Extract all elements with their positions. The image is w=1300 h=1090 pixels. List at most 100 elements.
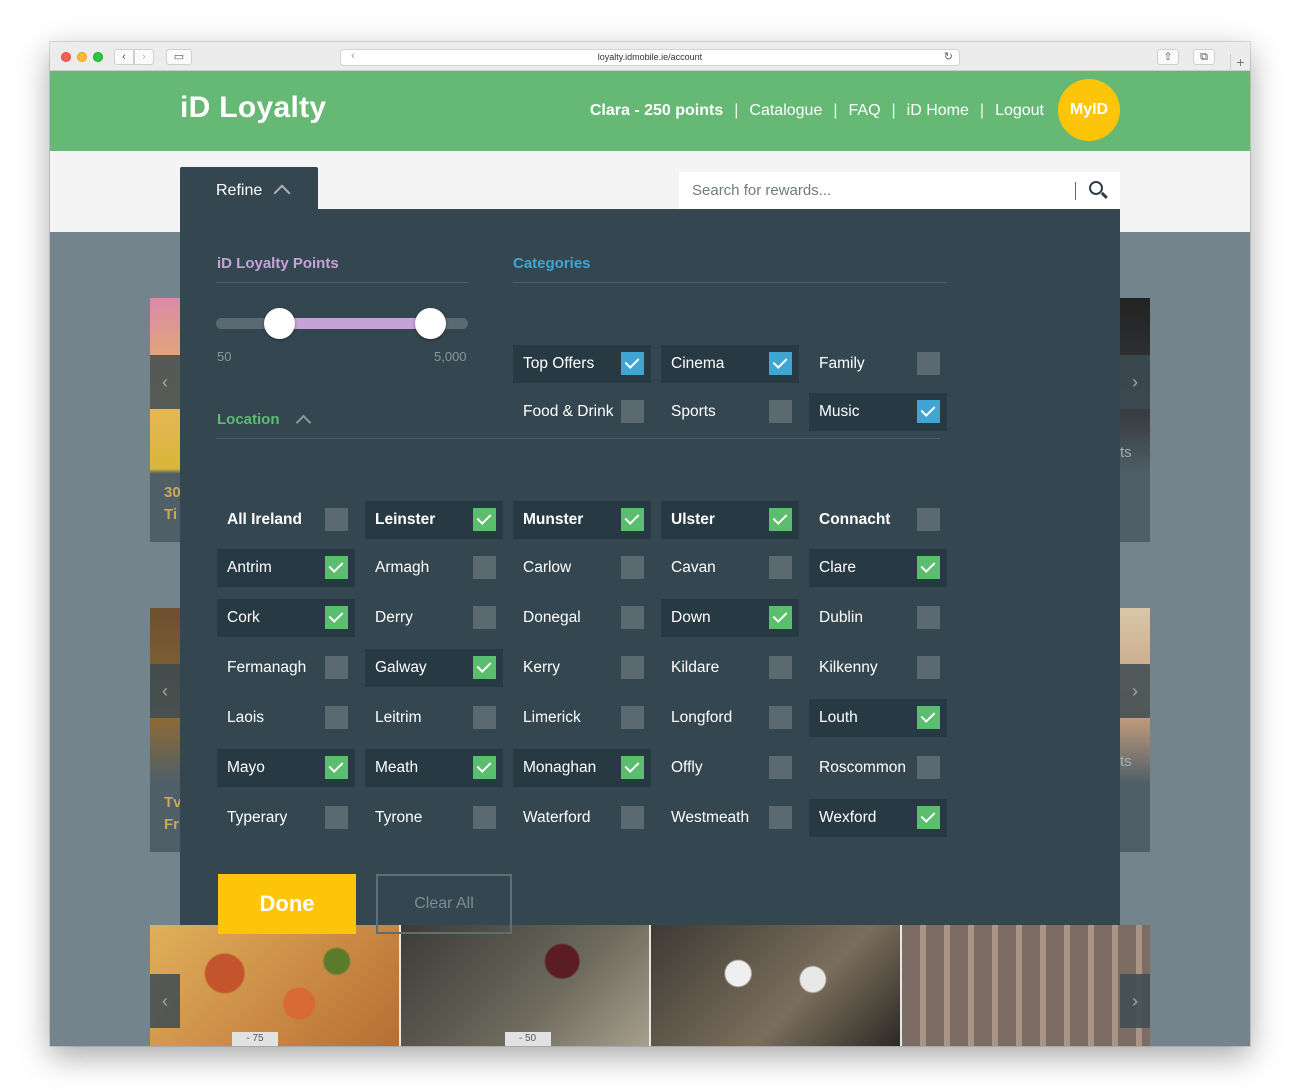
- checkbox[interactable]: [325, 656, 348, 679]
- checkbox[interactable]: [621, 556, 644, 579]
- location-option-wexford[interactable]: Wexford: [809, 799, 947, 837]
- nav-logout[interactable]: Logout: [995, 102, 1044, 120]
- location-option-louth[interactable]: Louth: [809, 699, 947, 737]
- search-input[interactable]: [679, 172, 1069, 209]
- share-button[interactable]: ⇧: [1157, 49, 1179, 65]
- checkbox[interactable]: [917, 656, 940, 679]
- chefs-photo[interactable]: [651, 925, 902, 1046]
- checkbox[interactable]: [325, 806, 348, 829]
- checkmark-icon[interactable]: [917, 806, 940, 829]
- location-option-kilkenny[interactable]: Kilkenny: [809, 649, 947, 687]
- checkmark-icon[interactable]: [769, 352, 792, 375]
- address-bar[interactable]: ‹ loyalty.idmobile.ie/account ↻: [340, 49, 960, 66]
- checkmark-icon[interactable]: [325, 556, 348, 579]
- checkbox[interactable]: [769, 400, 792, 423]
- search-icon[interactable]: [1089, 181, 1103, 195]
- checkbox[interactable]: [769, 706, 792, 729]
- checkbox[interactable]: [769, 556, 792, 579]
- location-option-offly[interactable]: Offly: [661, 749, 799, 787]
- location-option-leinster[interactable]: Leinster: [365, 501, 503, 539]
- sidebar-toggle-button[interactable]: ▭: [166, 49, 192, 65]
- location-option-cavan[interactable]: Cavan: [661, 549, 799, 587]
- checkbox[interactable]: [769, 806, 792, 829]
- location-option-typerary[interactable]: Typerary: [217, 799, 355, 837]
- checkmark-icon[interactable]: [769, 508, 792, 531]
- location-option-carlow[interactable]: Carlow: [513, 549, 651, 587]
- category-option-cinema[interactable]: Cinema: [661, 345, 799, 383]
- location-option-dublin[interactable]: Dublin: [809, 599, 947, 637]
- category-option-sports[interactable]: Sports: [661, 393, 799, 431]
- zoom-window-button[interactable]: [93, 52, 103, 62]
- nav-faq[interactable]: FAQ: [849, 102, 881, 120]
- wine-glasses-photo[interactable]: [901, 925, 1150, 1046]
- checkbox[interactable]: [473, 706, 496, 729]
- carousel-next-button[interactable]: ›: [1120, 355, 1150, 409]
- slider-max-handle[interactable]: [414, 308, 446, 339]
- location-option-mayo[interactable]: Mayo: [217, 749, 355, 787]
- location-option-antrim[interactable]: Antrim: [217, 549, 355, 587]
- checkmark-icon[interactable]: [473, 656, 496, 679]
- pizza-photo[interactable]: - 75: [150, 925, 401, 1046]
- clear-all-button[interactable]: Clear All: [376, 874, 512, 934]
- location-option-galway[interactable]: Galway: [365, 649, 503, 687]
- checkmark-icon[interactable]: [473, 756, 496, 779]
- category-option-music[interactable]: Music: [809, 393, 947, 431]
- nav-user-points[interactable]: Clara - 250 points: [590, 102, 723, 120]
- location-option-monaghan[interactable]: Monaghan: [513, 749, 651, 787]
- location-option-derry[interactable]: Derry: [365, 599, 503, 637]
- refine-toggle-tab[interactable]: Refine: [180, 167, 318, 211]
- location-option-cork[interactable]: Cork: [217, 599, 355, 637]
- checkmark-icon[interactable]: [917, 400, 940, 423]
- checkmark-icon[interactable]: [621, 352, 644, 375]
- checkbox[interactable]: [621, 806, 644, 829]
- location-option-ulster[interactable]: Ulster: [661, 501, 799, 539]
- checkbox[interactable]: [917, 352, 940, 375]
- location-option-down[interactable]: Down: [661, 599, 799, 637]
- location-option-leitrim[interactable]: Leitrim: [365, 699, 503, 737]
- checkbox[interactable]: [325, 706, 348, 729]
- checkmark-icon[interactable]: [473, 508, 496, 531]
- location-option-tyrone[interactable]: Tyrone: [365, 799, 503, 837]
- checkbox[interactable]: [621, 400, 644, 423]
- myid-button[interactable]: MyID: [1058, 79, 1120, 141]
- carousel-prev-button[interactable]: ‹: [150, 355, 180, 409]
- checkmark-icon[interactable]: [325, 756, 348, 779]
- dining-photo[interactable]: - 50: [400, 925, 651, 1046]
- location-option-roscommon[interactable]: Roscommon: [809, 749, 947, 787]
- close-window-button[interactable]: [61, 52, 71, 62]
- checkmark-icon[interactable]: [917, 556, 940, 579]
- checkbox[interactable]: [917, 508, 940, 531]
- location-option-kerry[interactable]: Kerry: [513, 649, 651, 687]
- nav-catalogue[interactable]: Catalogue: [749, 102, 822, 120]
- checkbox[interactable]: [917, 606, 940, 629]
- nav-id-home[interactable]: iD Home: [907, 102, 969, 120]
- carousel-prev-button[interactable]: ‹: [150, 664, 180, 718]
- location-option-fermanagh[interactable]: Fermanagh: [217, 649, 355, 687]
- checkbox[interactable]: [769, 756, 792, 779]
- location-option-clare[interactable]: Clare: [809, 549, 947, 587]
- location-option-westmeath[interactable]: Westmeath: [661, 799, 799, 837]
- show-tabs-button[interactable]: ⧉: [1193, 49, 1215, 65]
- checkbox[interactable]: [917, 756, 940, 779]
- slider-min-handle[interactable]: [263, 308, 295, 339]
- carousel-next-button[interactable]: ›: [1120, 974, 1150, 1028]
- checkmark-icon[interactable]: [621, 756, 644, 779]
- category-option-top-offers[interactable]: Top Offers: [513, 345, 651, 383]
- reload-icon[interactable]: ↻: [944, 50, 953, 63]
- location-option-longford[interactable]: Longford: [661, 699, 799, 737]
- chevron-up-icon[interactable]: [295, 414, 312, 431]
- location-option-munster[interactable]: Munster: [513, 501, 651, 539]
- category-option-food-and-drink[interactable]: Food & Drink: [513, 393, 651, 431]
- checkbox[interactable]: [473, 556, 496, 579]
- category-option-family[interactable]: Family: [809, 345, 947, 383]
- carousel-prev-button[interactable]: ‹: [150, 974, 180, 1028]
- points-range-slider[interactable]: [216, 308, 468, 339]
- checkbox[interactable]: [769, 656, 792, 679]
- done-button[interactable]: Done: [218, 874, 356, 934]
- location-option-meath[interactable]: Meath: [365, 749, 503, 787]
- checkbox[interactable]: [325, 508, 348, 531]
- location-option-laois[interactable]: Laois: [217, 699, 355, 737]
- location-option-waterford[interactable]: Waterford: [513, 799, 651, 837]
- checkbox[interactable]: [621, 606, 644, 629]
- location-option-armagh[interactable]: Armagh: [365, 549, 503, 587]
